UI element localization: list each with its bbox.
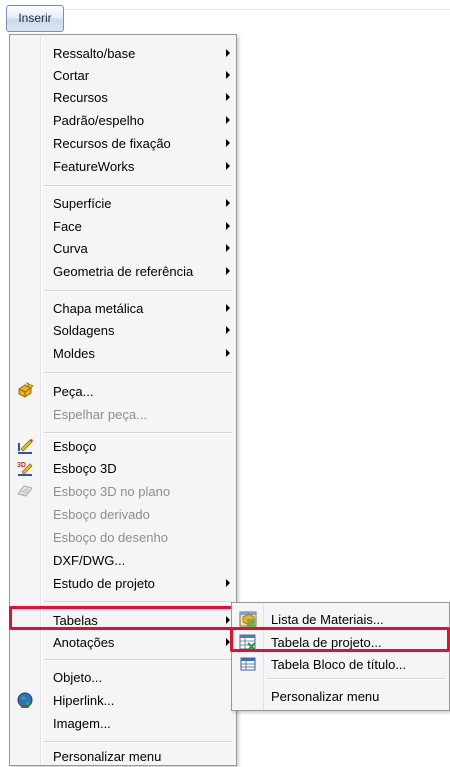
menu-item-espelhar-peca[interactable]: Espelhar peça... <box>10 403 236 425</box>
menu-item-hiperlink[interactable]: Hiperlink... <box>10 689 236 711</box>
menu-separator <box>44 290 232 292</box>
sketch-3d-plane-icon <box>17 485 33 497</box>
menu-item-label: Recursos de fixação <box>53 136 171 151</box>
submenu-arrow-icon <box>226 71 230 79</box>
menu-item-esboco-do-desenho[interactable]: Esboço do desenho <box>10 526 236 548</box>
menu-separator <box>44 741 232 743</box>
submenu-item-label: Tabela Bloco de título... <box>271 657 407 672</box>
menu-item-label: Esboço 3D <box>53 461 117 476</box>
menu-item-label: Ressalto/base <box>53 46 136 61</box>
menu-item-objeto[interactable]: Objeto... <box>10 666 236 688</box>
menu-item-label: Recursos <box>53 90 108 105</box>
submenu-arrow-icon <box>226 162 230 170</box>
menu-separator <box>44 372 232 374</box>
menu-item-esboco[interactable]: Esboço <box>10 435 236 457</box>
menu-item-geometria-de-referencia[interactable]: Geometria de referência <box>10 260 236 282</box>
menu-item-personalizar-menu[interactable]: Personalizar menu <box>10 745 236 767</box>
menu-item-label: DXF/DWG... <box>53 553 126 568</box>
menu-item-label: Peça... <box>53 384 94 399</box>
sketch-3d-icon: 3D <box>17 462 33 476</box>
tabelas-highlight-box <box>9 606 236 630</box>
svg-text:3D: 3D <box>17 462 26 469</box>
submenu-arrow-icon <box>226 93 230 101</box>
submenu-arrow-icon <box>226 49 230 57</box>
menu-item-label: Espelhar peça... <box>53 407 147 422</box>
menu-item-label: Chapa metálica <box>53 301 144 316</box>
tabela-de-projeto-highlight-box <box>230 627 450 652</box>
submenu-arrow-icon <box>226 139 230 147</box>
menu-item-featureworks[interactable]: FeatureWorks <box>10 155 236 177</box>
menu-item-padrao-espelho[interactable]: Padrão/espelho <box>10 109 236 131</box>
submenu-arrow-icon <box>226 326 230 334</box>
menu-item-cortar[interactable]: Cortar <box>10 64 236 86</box>
menu-item-label: Face <box>53 219 82 234</box>
menu-item-recursos[interactable]: Recursos <box>10 86 236 108</box>
submenu-item-tabela-bloco-de-titulo[interactable]: Tabela Bloco de título... <box>232 653 450 675</box>
sketch-icon <box>18 439 33 454</box>
menu-insert-button[interactable]: Inserir <box>6 5 64 32</box>
menu-separator <box>44 601 232 603</box>
menu-item-ressalto-base[interactable]: Ressalto/base <box>10 42 236 64</box>
menu-item-label: Anotações <box>53 635 115 650</box>
submenu-item-label: Personalizar menu <box>271 689 380 704</box>
menu-item-label: Superfície <box>53 196 112 211</box>
menu-item-label: Hiperlink... <box>53 693 115 708</box>
submenu-arrow-icon <box>226 579 230 587</box>
menu-item-label: Padrão/espelho <box>53 113 145 128</box>
menu-item-label: Objeto... <box>53 670 103 685</box>
submenu-arrow-icon <box>226 222 230 230</box>
menu-item-esboco-3d[interactable]: 3D Esboço 3D <box>10 457 236 479</box>
menu-item-esboco-derivado[interactable]: Esboço derivado <box>10 503 236 525</box>
submenu-arrow-icon <box>226 267 230 275</box>
menu-item-label: Moldes <box>53 346 95 361</box>
menu-item-peca[interactable]: Peça... <box>10 380 236 402</box>
menu-item-label: Imagem... <box>53 716 111 731</box>
menu-item-label: Esboço 3D no plano <box>53 484 171 499</box>
bill-of-materials-icon <box>239 611 257 627</box>
submenu-item-label: Lista de Materiais... <box>271 612 384 627</box>
submenu-arrow-icon <box>226 304 230 312</box>
menu-item-superficie[interactable]: Superfície <box>10 192 236 214</box>
menu-item-estudo-de-projeto[interactable]: Estudo de projeto <box>10 572 236 594</box>
menu-item-label: Esboço do desenho <box>53 530 168 545</box>
menu-item-moldes[interactable]: Moldes <box>10 342 236 364</box>
submenu-item-personalizar-menu[interactable]: Personalizar menu <box>232 685 450 707</box>
menu-item-label: Cortar <box>53 68 90 83</box>
title-block-table-icon <box>240 657 256 671</box>
menu-item-esboco-3d-no-plano[interactable]: Esboço 3D no plano <box>10 480 236 502</box>
menu-item-face[interactable]: Face <box>10 215 236 237</box>
submenu-arrow-icon <box>226 199 230 207</box>
insert-menu: Ressalto/base Cortar Recursos Padrão/esp… <box>9 34 237 766</box>
menu-item-curva[interactable]: Curva <box>10 237 236 259</box>
submenu-arrow-icon <box>226 349 230 357</box>
menu-item-label: Soldagens <box>53 323 115 338</box>
menu-item-anotacoes[interactable]: Anotações <box>10 631 236 653</box>
menu-item-recursos-de-fixacao[interactable]: Recursos de fixação <box>10 132 236 154</box>
menu-separator <box>44 432 232 434</box>
part-icon <box>18 382 34 398</box>
menu-item-label: Curva <box>53 241 88 256</box>
menu-separator <box>44 659 232 661</box>
menu-item-label: FeatureWorks <box>53 159 135 174</box>
menu-separator <box>44 185 232 187</box>
window-edge-line <box>60 9 450 10</box>
menu-item-label: Geometria de referência <box>53 264 194 279</box>
submenu-arrow-icon <box>226 244 230 252</box>
menu-item-label: Estudo de projeto <box>53 576 155 591</box>
menu-item-label: Esboço <box>53 439 97 454</box>
menu-item-dxf-dwg[interactable]: DXF/DWG... <box>10 549 236 571</box>
menu-separator <box>266 678 446 680</box>
submenu-arrow-icon <box>226 116 230 124</box>
hyperlink-globe-icon <box>17 692 33 708</box>
menu-item-label: Personalizar menu <box>53 749 162 764</box>
menu-item-chapa-metalica[interactable]: Chapa metálica <box>10 297 236 319</box>
tabelas-submenu: Lista de Materiais... Tabela de projeto.… <box>231 602 450 711</box>
menu-item-label: Esboço derivado <box>53 507 150 522</box>
menu-item-imagem[interactable]: Imagem... <box>10 712 236 734</box>
menu-item-soldagens[interactable]: Soldagens <box>10 319 236 341</box>
